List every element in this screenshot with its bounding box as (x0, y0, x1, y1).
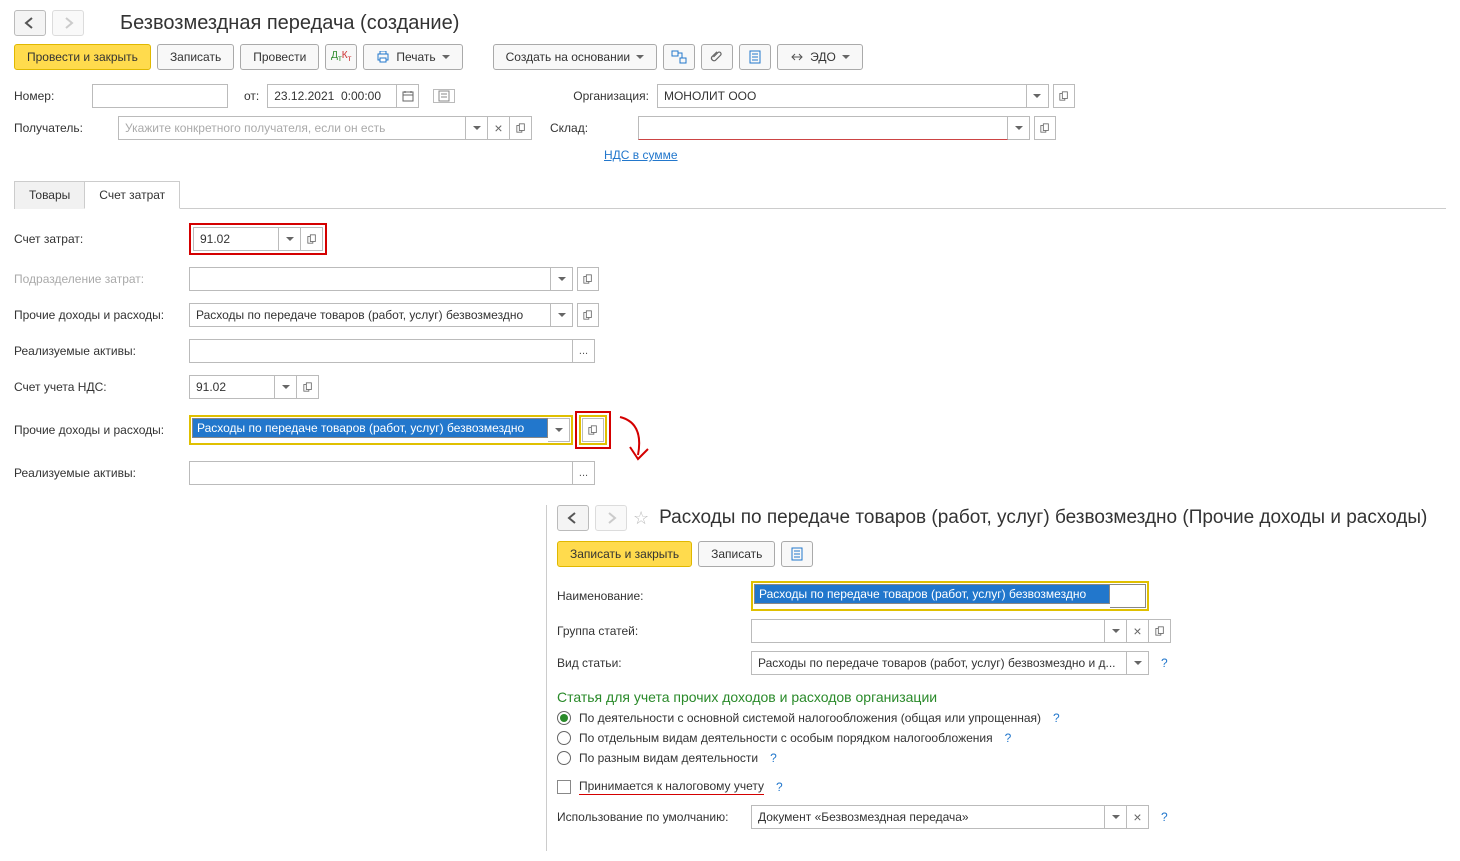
detail-type-input[interactable] (751, 651, 1127, 675)
radio-mixed[interactable] (557, 751, 571, 765)
attachments-button[interactable] (701, 44, 733, 70)
recipient-label: Получатель: (14, 121, 110, 135)
warehouse-label: Склад: (550, 121, 588, 135)
cost-account-dropdown[interactable] (279, 227, 301, 251)
create-based-on-button[interactable]: Создать на основании (493, 44, 658, 70)
post-close-button[interactable]: Провести и закрыть (14, 44, 151, 70)
help-icon[interactable]: ? (1005, 731, 1012, 745)
default-usage-label: Использование по умолчанию: (557, 810, 743, 824)
help-icon[interactable]: ? (1161, 656, 1168, 670)
detail-group-clear[interactable] (1127, 619, 1149, 643)
recipient-open[interactable] (510, 116, 532, 140)
detail-group-input[interactable] (751, 619, 1105, 643)
forward-button[interactable] (52, 10, 84, 36)
vat-account-input[interactable] (189, 375, 275, 399)
back-button[interactable] (14, 10, 46, 36)
tax-accepted-checkbox[interactable] (557, 780, 571, 794)
print-button[interactable]: Печать (363, 44, 462, 70)
detail-report-button[interactable] (781, 541, 813, 567)
other-income-label: Прочие доходы и расходы: (14, 308, 189, 322)
radio-main-tax-label: По деятельности с основной системой нало… (579, 711, 1041, 725)
detail-name-label: Наименование: (557, 589, 743, 603)
date-extra-button[interactable] (433, 89, 455, 103)
save-button[interactable]: Записать (157, 44, 234, 70)
recipient-input[interactable] (118, 116, 466, 140)
annotation-arrow-icon (614, 415, 654, 465)
help-icon[interactable]: ? (770, 751, 777, 765)
organization-dropdown[interactable] (1027, 84, 1049, 108)
other-income2-dropdown[interactable] (548, 418, 570, 442)
radio-mixed-label: По разным видам деятельности (579, 751, 758, 765)
detail-forward-button[interactable] (595, 505, 627, 531)
detail-back-button[interactable] (557, 505, 589, 531)
warehouse-input[interactable] (638, 116, 1008, 140)
assets2-input[interactable] (189, 461, 573, 485)
division-open[interactable] (577, 267, 599, 291)
default-usage-clear[interactable] (1127, 805, 1149, 829)
division-dropdown[interactable] (551, 267, 573, 291)
detail-group-open[interactable] (1149, 619, 1171, 643)
radio-special-tax-label: По отдельным видам деятельности с особым… (579, 731, 993, 745)
division-input[interactable] (189, 267, 551, 291)
other-income2-open[interactable] (582, 418, 604, 442)
vat-account-label: Счет учета НДС: (14, 380, 189, 394)
vat-account-dropdown[interactable] (275, 375, 297, 399)
tax-accepted-label: Принимается к налоговому учету (579, 779, 764, 795)
tab-goods[interactable]: Товары (14, 181, 85, 209)
detail-save-button[interactable]: Записать (698, 541, 775, 567)
detail-type-label: Вид статьи: (557, 656, 743, 670)
tab-cost[interactable]: Счет затрат (84, 181, 180, 209)
warehouse-open[interactable] (1034, 116, 1056, 140)
date-input[interactable] (267, 84, 397, 108)
detail-group-label: Группа статей: (557, 624, 743, 638)
other-income-dropdown[interactable] (551, 303, 573, 327)
help-icon[interactable]: ? (1053, 711, 1060, 725)
cost-account-label: Счет затрат: (14, 232, 189, 246)
other-income2-label: Прочие доходы и расходы: (14, 423, 189, 437)
other-income-open[interactable] (577, 303, 599, 327)
help-icon[interactable]: ? (1161, 810, 1168, 824)
post-button[interactable]: Провести (240, 44, 319, 70)
detail-type-dropdown[interactable] (1127, 651, 1149, 675)
assets2-select[interactable] (573, 461, 595, 485)
radio-main-tax[interactable] (557, 711, 571, 725)
recipient-clear[interactable] (488, 116, 510, 140)
vat-mode-link[interactable]: НДС в сумме (604, 148, 678, 162)
detail-group-dropdown[interactable] (1105, 619, 1127, 643)
report-button[interactable] (739, 44, 771, 70)
assets-label: Реализуемые активы: (14, 344, 189, 358)
number-input[interactable] (92, 84, 228, 108)
detail-title: Расходы по передаче товаров (работ, услу… (659, 507, 1427, 529)
other-income-input[interactable] (189, 303, 551, 327)
favorite-star-icon[interactable]: ☆ (633, 508, 649, 529)
other-income2-input[interactable]: Расходы по передаче товаров (работ, услу… (192, 418, 548, 438)
recipient-dropdown[interactable] (466, 116, 488, 140)
cost-account-input[interactable] (193, 227, 279, 251)
default-usage-dropdown[interactable] (1105, 805, 1127, 829)
help-icon[interactable]: ? (776, 780, 783, 794)
vat-account-open[interactable] (297, 375, 319, 399)
dtkt-button[interactable]: ДтКт (325, 44, 357, 70)
number-label: Номер: (14, 89, 84, 103)
warehouse-dropdown[interactable] (1008, 116, 1030, 140)
radio-special-tax[interactable] (557, 731, 571, 745)
assets-input[interactable] (189, 339, 573, 363)
default-usage-input[interactable] (751, 805, 1105, 829)
detail-save-close-button[interactable]: Записать и закрыть (557, 541, 692, 567)
calendar-icon[interactable] (397, 84, 419, 108)
edo-button[interactable]: ЭДО (777, 44, 863, 70)
detail-section-title: Статья для учета прочих доходов и расход… (557, 689, 1446, 705)
assets-select[interactable] (573, 339, 595, 363)
cost-account-open[interactable] (301, 227, 323, 251)
organization-open[interactable] (1053, 84, 1075, 108)
related-docs-button[interactable] (663, 44, 695, 70)
detail-name-input[interactable]: Расходы по передаче товаров (работ, услу… (754, 584, 1110, 604)
date-label: от: (244, 89, 259, 103)
page-title: Безвозмездная передача (создание) (120, 12, 459, 35)
assets2-label: Реализуемые активы: (14, 466, 189, 480)
division-label: Подразделение затрат: (14, 272, 189, 286)
organization-label: Организация: (573, 89, 649, 103)
organization-input[interactable] (657, 84, 1027, 108)
